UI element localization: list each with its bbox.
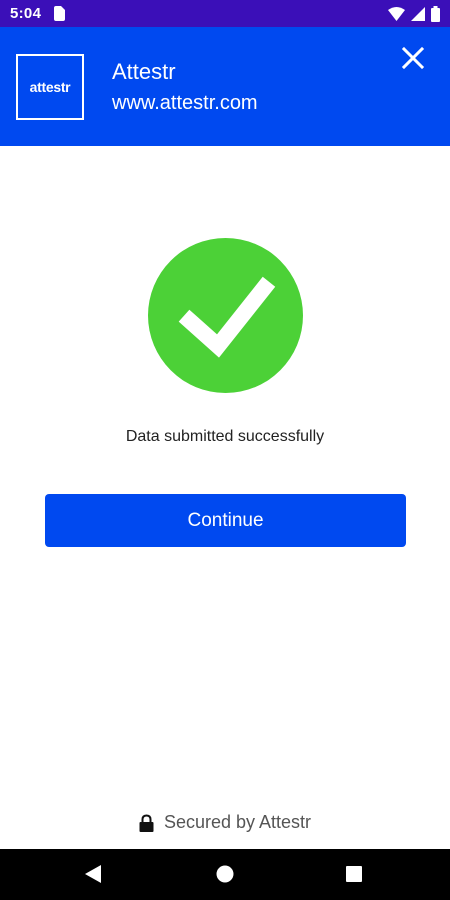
secured-by-footer: Secured by Attestr <box>0 812 450 833</box>
attestr-logo: attestr <box>16 54 84 120</box>
success-message: Data submitted successfully <box>125 428 325 445</box>
lock-icon <box>139 813 154 832</box>
status-bar: 5:04 <box>0 0 450 27</box>
signal-icon <box>411 6 425 21</box>
success-indicator <box>148 238 303 393</box>
close-button[interactable] <box>400 45 426 71</box>
battery-icon <box>431 5 440 22</box>
home-icon[interactable] <box>216 865 234 883</box>
sim-card-icon <box>54 6 65 21</box>
close-icon <box>401 46 425 70</box>
back-icon[interactable] <box>84 864 102 884</box>
checkmark-icon <box>178 276 276 358</box>
secured-text: Secured by Attestr <box>163 812 312 832</box>
screen: 5:04 attestr Attestr www.attestr.com Dat… <box>0 0 450 900</box>
android-nav-bar <box>0 849 450 900</box>
logo-text: attestr <box>29 79 71 95</box>
recents-icon[interactable] <box>346 866 362 882</box>
continue-button[interactable]: Continue <box>45 494 406 547</box>
status-icons <box>388 5 440 22</box>
app-header: attestr Attestr www.attestr.com <box>0 27 450 146</box>
app-name: Attestr <box>112 59 176 84</box>
app-url: www.attestr.com <box>112 92 258 114</box>
status-time: 5:04 <box>10 5 42 22</box>
wifi-icon <box>388 6 405 21</box>
